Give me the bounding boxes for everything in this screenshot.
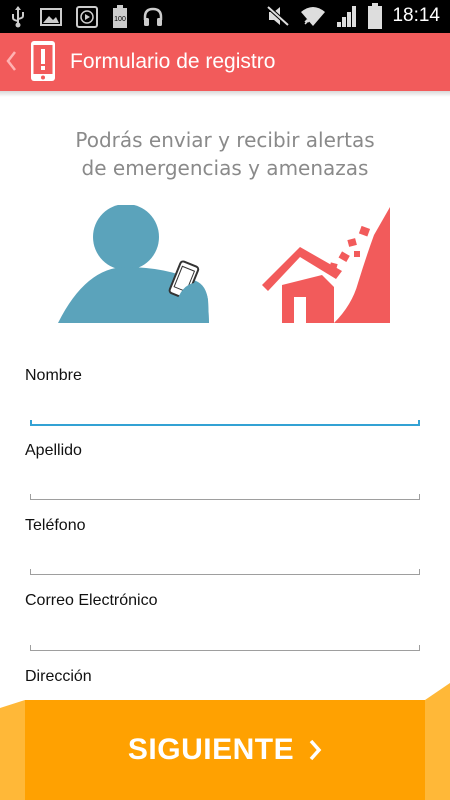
phone-input-tick-left <box>30 569 31 575</box>
image-icon <box>40 8 62 26</box>
phone-input-tick-right <box>419 569 420 575</box>
app-bar-title: Formulario de registro <box>70 50 276 73</box>
phone-input-underline <box>30 574 420 575</box>
name-input-underline <box>30 424 420 426</box>
mute-icon <box>267 5 290 27</box>
email-label: Correo Electrónico <box>25 592 158 609</box>
signal-icon <box>337 6 357 27</box>
surname-input-underline <box>30 499 420 500</box>
bottom-button-area: SIGUIENTE <box>0 683 450 800</box>
surname-input[interactable] <box>30 465 420 499</box>
usb-icon <box>12 6 24 28</box>
email-input[interactable] <box>30 616 420 650</box>
status-icons-left: 100 <box>10 5 164 29</box>
battery-icon <box>368 3 383 29</box>
landslide-house-illustration <box>262 207 390 323</box>
headphones-icon <box>143 7 163 26</box>
person-with-phone-illustration <box>58 205 209 323</box>
battery-saver-icon: 100 <box>113 5 127 28</box>
intro-text: Podrás enviar y recibir alertas de emerg… <box>0 126 450 182</box>
svg-text:100: 100 <box>114 16 126 23</box>
app-bar-shadow <box>0 91 450 97</box>
email-input-underline <box>30 650 420 651</box>
next-button-label: SIGUIENTE <box>127 733 295 766</box>
wifi-icon <box>301 7 326 26</box>
next-button[interactable]: SIGUIENTE <box>25 700 425 800</box>
chevron-right-icon <box>309 739 322 761</box>
clock: 18:14 <box>392 5 440 26</box>
name-label: Nombre <box>25 367 82 384</box>
back-chevron-icon[interactable] <box>4 46 18 76</box>
status-icons-right: 18:14 <box>266 3 440 29</box>
surname-label: Apellido <box>25 442 82 459</box>
name-input-tick-left <box>30 420 32 426</box>
email-input-tick-right <box>419 645 420 651</box>
surname-input-tick-left <box>30 494 31 500</box>
app-bar: Formulario de registro <box>0 33 450 91</box>
intro-line-1: Podrás enviar y recibir alertas <box>75 128 375 152</box>
phone-input[interactable] <box>30 540 420 574</box>
phone-label: Teléfono <box>25 517 86 534</box>
status-bar: 100 18:14 <box>0 0 450 33</box>
intro-line-2: de emergencias y amenazas <box>81 156 369 180</box>
surname-input-tick-right <box>419 494 420 500</box>
name-input-tick-right <box>418 420 420 426</box>
media-icon <box>76 6 98 28</box>
phone-alert-icon[interactable] <box>30 40 56 82</box>
name-input[interactable] <box>30 390 420 424</box>
email-input-tick-left <box>30 645 31 651</box>
